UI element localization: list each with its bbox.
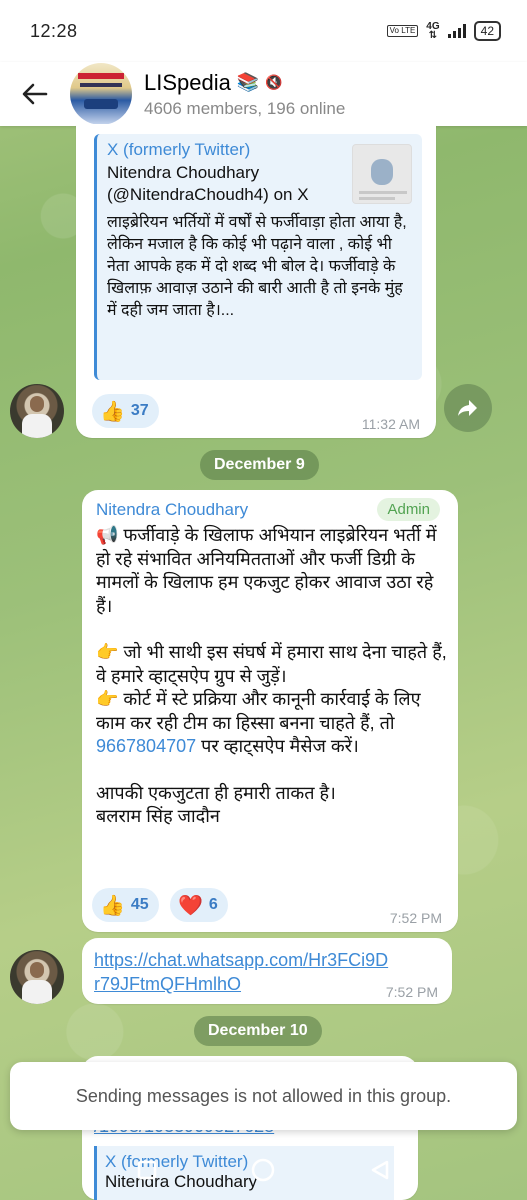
group-avatar[interactable] (70, 63, 132, 125)
thumbs-up-icon: 👍 (100, 400, 125, 423)
date-separator: December 9 (200, 450, 319, 480)
reaction-count: 6 (208, 896, 218, 913)
back-nav-icon[interactable] (369, 1159, 391, 1181)
message-bubble[interactable]: X (formerly Twitter) Nitendra Choudhary … (76, 124, 436, 438)
date-separator: December 10 (194, 1016, 322, 1046)
reaction-like[interactable]: 👍 37 (92, 394, 159, 428)
sender-avatar[interactable] (10, 384, 64, 438)
message-paragraph: 👉 कोर्ट में स्टे प्रक्रिया और कानूनी कार… (96, 689, 421, 733)
heart-icon: ❤️ (178, 894, 203, 917)
books-emoji: 📚 (236, 72, 260, 92)
reaction-heart[interactable]: ❤️ 6 (170, 888, 228, 922)
muted-icon: 🔇 (265, 74, 283, 90)
sender-name[interactable]: Nitendra Choudhary (96, 500, 248, 520)
battery-icon: 42 (473, 21, 501, 41)
back-button[interactable] (0, 62, 70, 126)
member-count: 4606 members, 196 online (144, 98, 346, 118)
sender-avatar[interactable] (10, 950, 64, 1004)
status-time: 12:28 (30, 20, 78, 41)
status-bar: 12:28 Vo LTE 4G ⇅ 42 (0, 0, 527, 62)
message-signature: बलराम सिंह जादौन (96, 806, 220, 826)
message-paragraph: 👉 जो भी साथी इस संघर्ष में हमारा साथ देन… (96, 642, 447, 686)
message-time: 11:32 AM (361, 416, 420, 432)
network-type: 4G ⇅ (426, 21, 440, 41)
preview-thumbnail (352, 144, 412, 204)
reaction-count: 45 (130, 896, 149, 913)
link-preview[interactable]: X (formerly Twitter) Nitendra Choudhary … (94, 134, 422, 380)
message-paragraph: 📢 फर्जीवाड़े के खिलाफ अभियान लाइब्रेरियन… (96, 525, 437, 616)
thumbs-up-icon: 👍 (100, 894, 125, 917)
phone-link[interactable]: 9667804707 (96, 736, 196, 756)
message-time: 7:52 PM (389, 910, 442, 926)
header-info[interactable]: LISpedia 📚 🔇 4606 members, 196 online (144, 70, 345, 119)
message-time: 7:52 PM (385, 984, 438, 1000)
message-paragraph: आपकी एकजुटता ही हमारी ताकत है। (96, 782, 336, 803)
preview-title: Nitendra Choudhary (@NitendraChoudh4) on… (107, 163, 309, 204)
home-icon[interactable] (250, 1157, 276, 1183)
admin-badge: Admin (377, 498, 440, 521)
signal-icon (447, 24, 466, 38)
share-button[interactable] (444, 384, 492, 432)
message-text: 📢 फर्जीवाड़े के खिलाफ अभियान लाइब्रेरियन… (96, 524, 450, 829)
reaction-count: 37 (130, 402, 149, 419)
whatsapp-link[interactable]: https://chat.whatsapp.com/Hr3FCi9Dr79JFt… (94, 948, 394, 996)
forward-icon (458, 400, 477, 416)
message-bubble[interactable]: Nitendra Choudhary Admin 📢 फर्जीवाड़े के… (82, 490, 458, 932)
back-arrow-icon (22, 83, 48, 105)
message-bubble[interactable]: https://chat.whatsapp.com/Hr3FCi9Dr79JFt… (82, 938, 452, 1004)
restriction-toast: Sending messages is not allowed in this … (10, 1062, 517, 1130)
group-title: LISpedia (144, 69, 231, 95)
status-icons: Vo LTE 4G ⇅ 42 (386, 21, 501, 41)
chat-header: LISpedia 📚 🔇 4606 members, 196 online (0, 62, 527, 126)
preview-body: लाइब्रेरियन भर्तियों में वर्षों से फर्जी… (107, 214, 407, 319)
recents-icon[interactable] (136, 1159, 158, 1181)
message-paragraph: पर व्हाट्सऐप मैसेज करें। (201, 736, 359, 756)
reaction-like[interactable]: 👍 45 (92, 888, 159, 922)
volte-icon: Vo LTE (386, 25, 419, 37)
navigation-bar (0, 1140, 527, 1200)
